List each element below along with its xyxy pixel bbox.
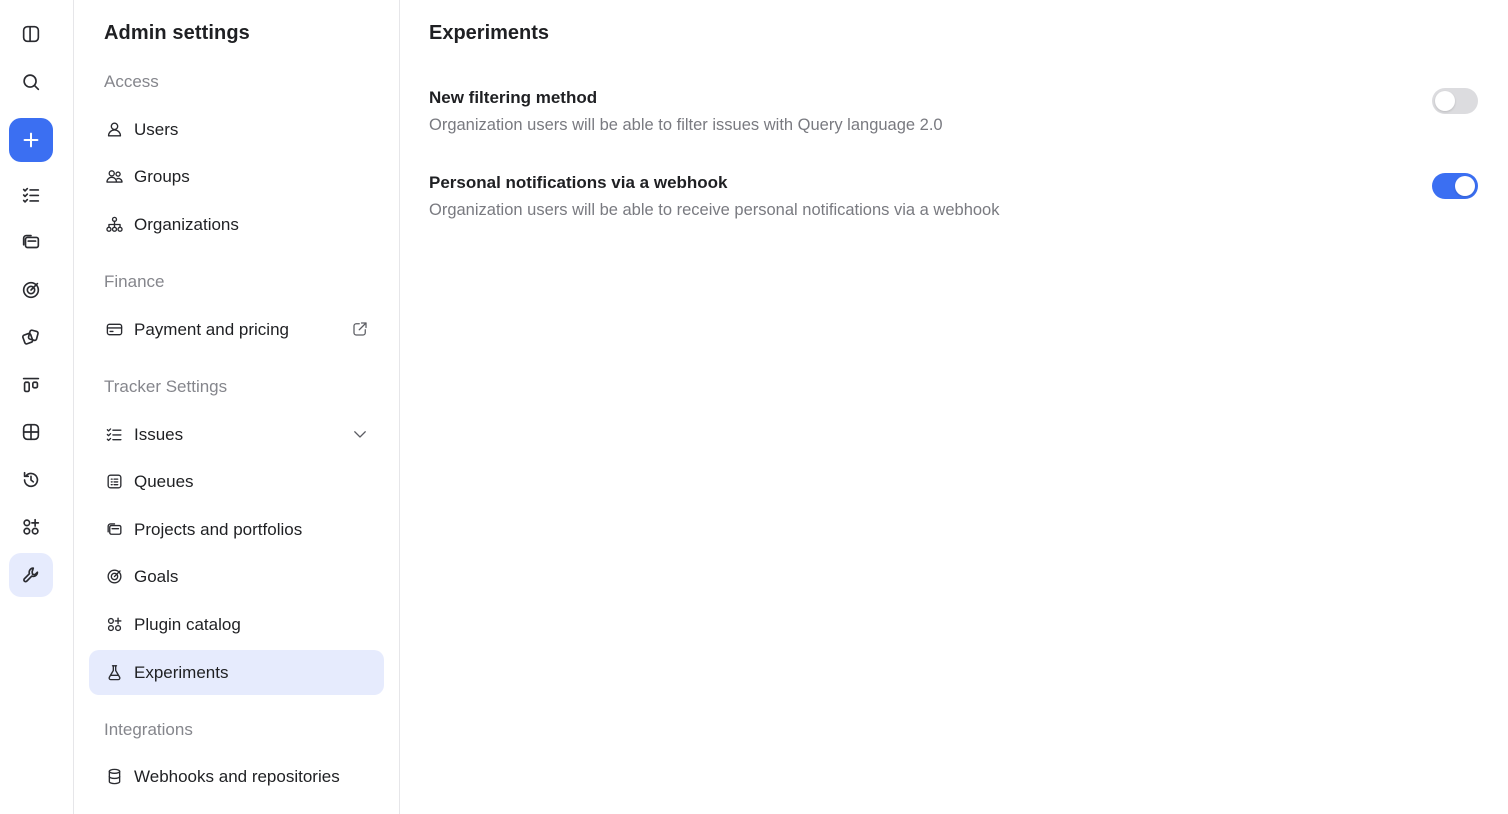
sidebar-title: Admin settings [104, 22, 250, 44]
admin-settings-sidebar: Admin settings Access Users Groups Organ… [74, 0, 400, 814]
sidebar-item-label: Projects and portfolios [134, 519, 303, 539]
sidebar-item-label: Issues [134, 424, 184, 444]
panel-toggle-icon[interactable] [9, 12, 53, 56]
external-link-icon[interactable] [350, 319, 370, 339]
sidebar-item-label: Users [134, 119, 179, 139]
groups-icon [104, 167, 124, 187]
section-tracker-settings: Tracker Settings [104, 377, 228, 396]
projects-folder-icon[interactable] [9, 220, 53, 264]
sidebar-item-label: Goals [134, 566, 179, 586]
filtering-method-toggle[interactable] [1432, 88, 1478, 114]
sidebar-item-goals[interactable]: Goals [89, 554, 384, 599]
sidebar-item-projects[interactable]: Projects and portfolios [89, 507, 384, 552]
chevron-down-icon[interactable] [350, 424, 370, 444]
sidebar-item-organizations[interactable]: Organizations [89, 202, 384, 247]
plugins-icon [104, 615, 124, 635]
sidebar-item-label: Groups [134, 166, 190, 186]
sidebar-item-groups[interactable]: Groups [89, 154, 384, 199]
experiment-title: New filtering method [429, 88, 598, 107]
sidebar-item-experiments[interactable]: Experiments [89, 650, 384, 695]
organization-icon [104, 215, 124, 235]
sidebar-item-label: Experiments [134, 662, 229, 682]
credit-card-icon [104, 320, 124, 340]
boards-icon[interactable] [9, 363, 53, 407]
page-title: Experiments [429, 22, 550, 44]
section-integrations: Integrations [104, 720, 193, 739]
sidebar-item-payment[interactable]: Payment and pricing [89, 307, 384, 352]
sidebar-item-webhooks[interactable]: Webhooks and repositories [89, 754, 384, 799]
plugins-icon[interactable] [9, 505, 53, 549]
sidebar-item-queues[interactable]: Queues [89, 459, 384, 504]
flask-icon [104, 663, 124, 683]
sidebar-item-issues[interactable]: Issues [89, 412, 384, 457]
experiment-description: Organization users will be able to recei… [429, 201, 1000, 219]
sidebar-item-label: Plugin catalog [134, 614, 241, 634]
webhook-notifications-toggle[interactable] [1432, 173, 1478, 199]
database-icon [104, 767, 124, 787]
sidebar-item-users[interactable]: Users [89, 107, 384, 152]
experiment-description: Organization users will be able to filte… [429, 116, 943, 134]
search-icon[interactable] [9, 60, 53, 104]
experiment-row-filtering: New filtering method Organization users … [429, 88, 1478, 135]
issues-list-icon[interactable] [9, 173, 53, 217]
user-icon [104, 120, 124, 140]
goals-target-icon [104, 567, 124, 587]
experiments-panel: Experiments New filtering method Organiz… [400, 0, 1508, 814]
sidebar-item-label: Organizations [134, 214, 239, 234]
portfolio-icon[interactable] [9, 315, 53, 359]
admin-wrench-icon[interactable] [9, 553, 53, 597]
dashboards-grid-icon[interactable] [9, 410, 53, 454]
sidebar-item-label: Payment and pricing [134, 319, 289, 339]
section-access: Access [104, 72, 159, 91]
experiment-title: Personal notifications via a webhook [429, 173, 728, 192]
toggle-knob [1455, 176, 1475, 196]
sidebar-item-label: Webhooks and repositories [134, 766, 340, 786]
projects-folder-icon [104, 520, 124, 540]
create-plus-icon[interactable] [9, 118, 53, 162]
experiment-row-webhook-notifications: Personal notifications via a webhook Org… [429, 173, 1478, 220]
goals-target-icon[interactable] [9, 268, 53, 312]
sidebar-item-plugins[interactable]: Plugin catalog [89, 602, 384, 647]
history-icon[interactable] [9, 458, 53, 502]
icon-rail [0, 0, 74, 814]
sidebar-item-label: Queues [134, 471, 194, 491]
toggle-knob [1435, 91, 1455, 111]
queue-icon [104, 472, 124, 492]
issues-list-icon [104, 425, 124, 445]
section-finance: Finance [104, 272, 165, 291]
